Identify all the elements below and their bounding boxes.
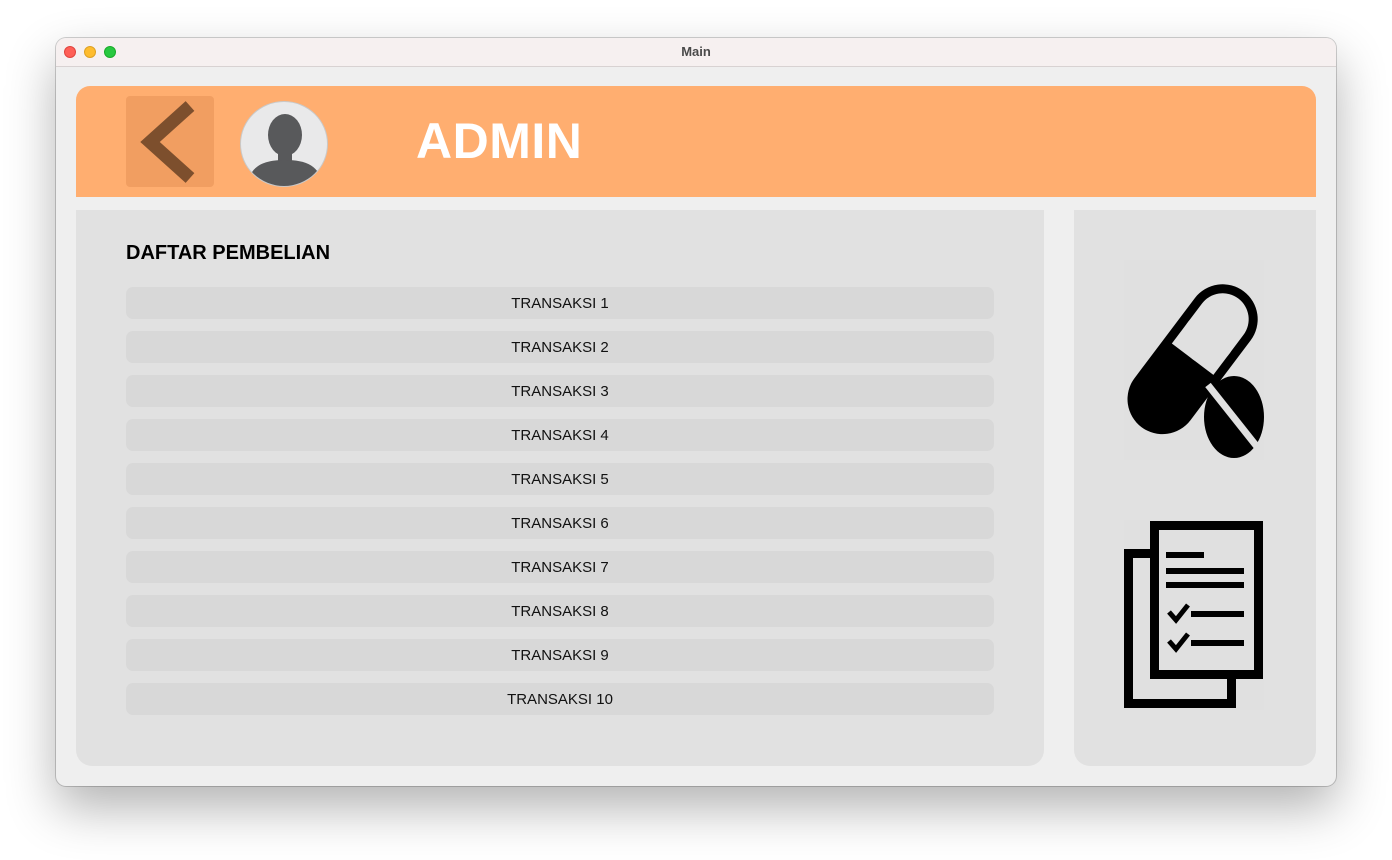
transaction-button[interactable]: TRANSAKSI 10 <box>126 683 994 715</box>
purchase-list-title: DAFTAR PEMBELIAN <box>126 242 331 264</box>
title-bar: Main <box>56 38 1336 67</box>
transaction-button[interactable]: TRANSAKSI 8 <box>126 595 994 627</box>
app-window: Main ADMIN DAFTAR PEMBELIAN TRANSAKSI 1 … <box>56 38 1336 786</box>
transaction-button[interactable]: TRANSAKSI 1 <box>126 287 994 319</box>
purchase-list-panel: DAFTAR PEMBELIAN TRANSAKSI 1 TRANSAKSI 2… <box>76 210 1044 766</box>
transaction-button[interactable]: TRANSAKSI 3 <box>126 375 994 407</box>
chevron-left-icon <box>140 101 195 183</box>
medicine-button[interactable] <box>1124 260 1264 460</box>
documents-checklist-icon <box>1124 521 1263 708</box>
user-avatar-icon <box>247 114 323 186</box>
transaction-list: TRANSAKSI 1 TRANSAKSI 2 TRANSAKSI 3 TRAN… <box>126 287 994 727</box>
transaction-button[interactable]: TRANSAKSI 4 <box>126 419 994 451</box>
transaction-button[interactable]: TRANSAKSI 5 <box>126 463 994 495</box>
page-title: ADMIN <box>416 113 583 169</box>
transaction-button[interactable]: TRANSAKSI 2 <box>126 331 994 363</box>
medicine-pills-icon <box>1127 284 1264 458</box>
back-button[interactable] <box>126 96 214 187</box>
transaction-button[interactable]: TRANSAKSI 7 <box>126 551 994 583</box>
transaction-button[interactable]: TRANSAKSI 9 <box>126 639 994 671</box>
side-menu-panel <box>1074 210 1316 766</box>
avatar[interactable] <box>240 101 328 187</box>
header-bar: ADMIN <box>76 86 1316 197</box>
reports-button[interactable] <box>1124 520 1264 710</box>
window-title: Main <box>681 44 711 59</box>
transaction-button[interactable]: TRANSAKSI 6 <box>126 507 994 539</box>
